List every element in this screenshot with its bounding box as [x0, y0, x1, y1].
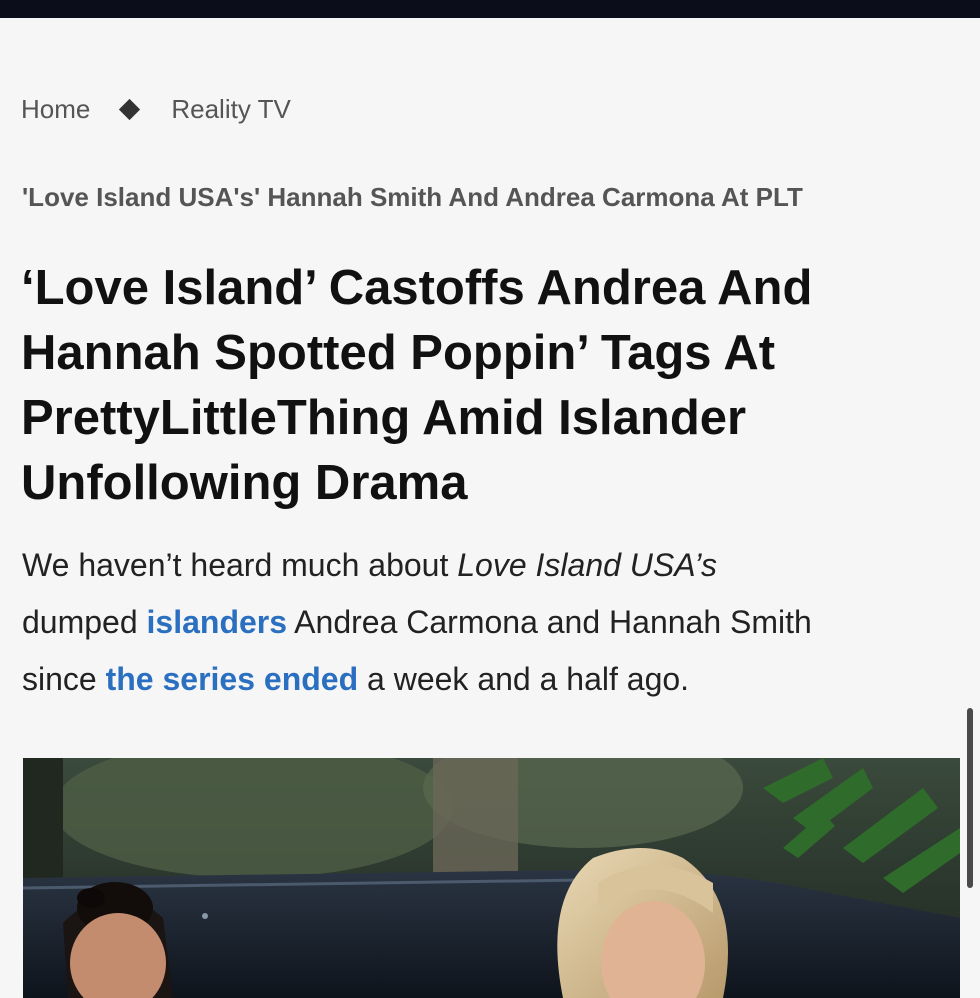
headline-line: Hannah Spotted Poppin’ Tags At: [21, 326, 776, 380]
dek-line-3: since the series ended a week and a half…: [22, 651, 952, 708]
photo-illustration: [23, 758, 960, 998]
dek-text: dumped: [22, 604, 147, 640]
headline-line: Unfollowing Drama: [21, 456, 468, 510]
diamond-icon: [119, 98, 141, 121]
article-headline: ‘Love Island’ Castoffs Andrea And Hannah…: [21, 256, 951, 516]
status-bar: [0, 0, 980, 18]
breadcrumb-home-link[interactable]: Home: [21, 94, 90, 125]
article-dek: We haven’t heard much about Love Island …: [22, 537, 952, 708]
dek-line-1: We haven’t heard much about Love Island …: [22, 537, 952, 594]
breadcrumb: Home Reality TV: [21, 94, 291, 125]
headline-line: PrettyLittleThing Amid Islander: [21, 391, 747, 445]
dek-text: We haven’t heard much about: [22, 547, 458, 583]
islanders-link[interactable]: islanders: [147, 604, 288, 640]
headline-line: ‘Love Island’ Castoffs Andrea And: [21, 261, 813, 315]
article-kicker: 'Love Island USA's' Hannah Smith And And…: [22, 182, 803, 212]
article-page: Home Reality TV 'Love Island USA's' Hann…: [0, 18, 980, 998]
dek-text: Andrea Carmona and Hannah Smith: [287, 604, 812, 640]
breadcrumb-section-link[interactable]: Reality TV: [171, 94, 290, 125]
series-ended-link[interactable]: the series ended: [106, 661, 359, 697]
dek-text: since: [22, 661, 106, 697]
dek-text: a week and a half ago.: [358, 661, 690, 697]
page-scrollbar[interactable]: [967, 708, 973, 888]
dek-line-2: dumped islanders Andrea Carmona and Hann…: [22, 594, 952, 651]
dek-italic-title: Love Island USA’s: [457, 547, 717, 583]
article-photo[interactable]: [23, 758, 960, 998]
